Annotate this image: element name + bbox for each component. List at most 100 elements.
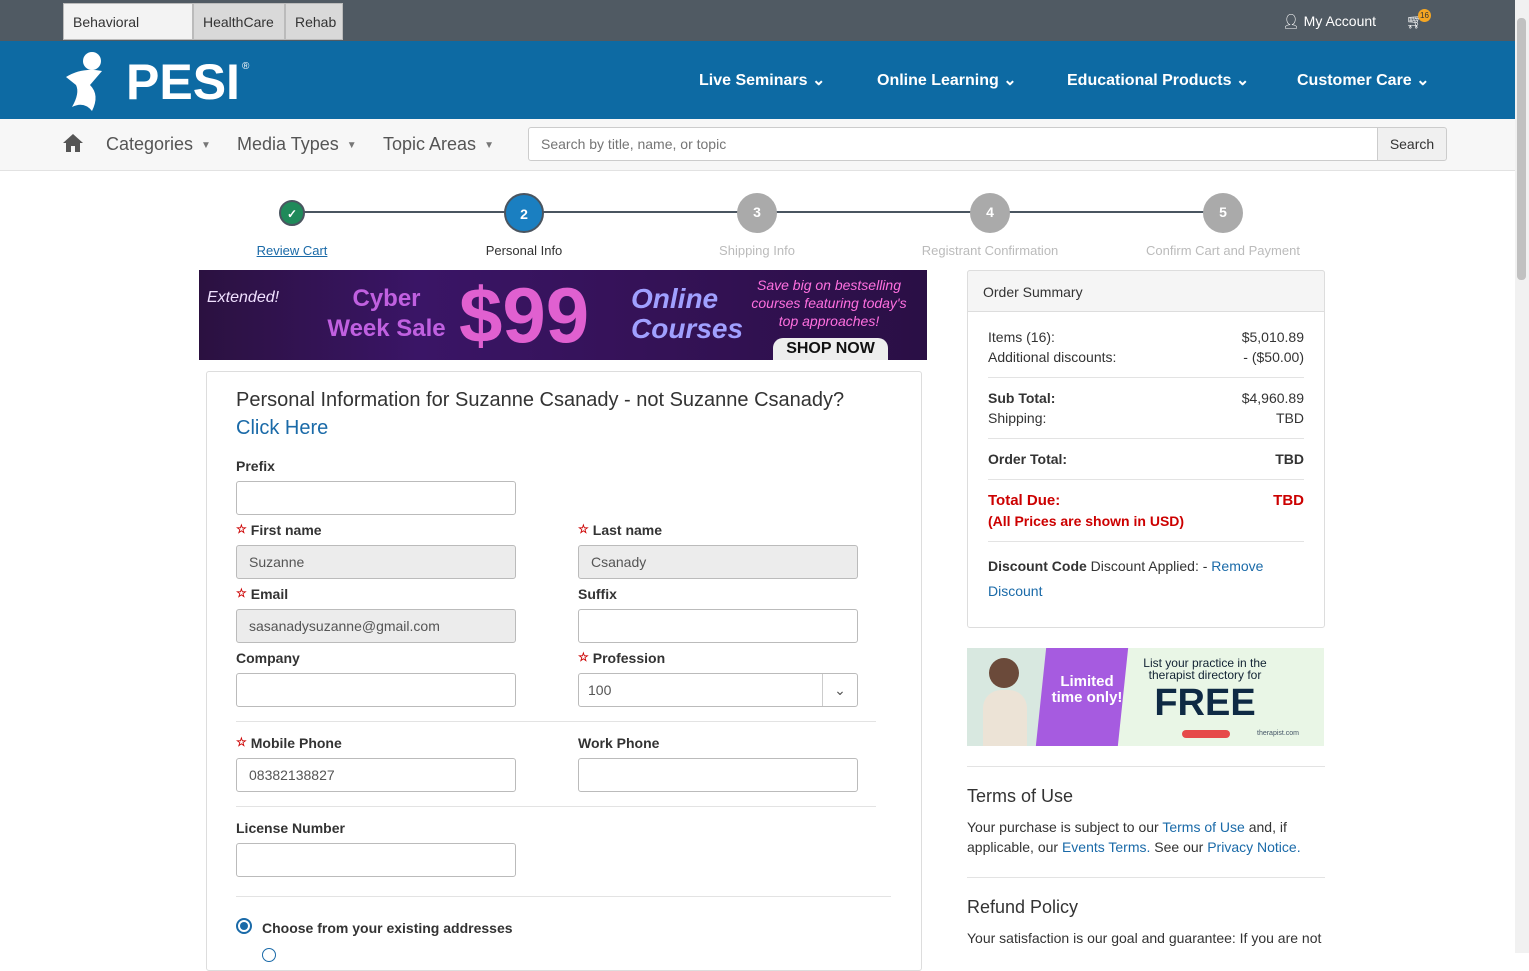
required-star-icon: ☆ (236, 586, 247, 600)
step-2-marker: 2 (504, 193, 544, 233)
total-due-value: TBD (1273, 492, 1304, 509)
shop-now-button[interactable]: SHOP NOW (773, 338, 888, 360)
step-payment-label: Confirm Cart and Payment (1146, 243, 1300, 258)
privacy-notice-link[interactable]: Privacy Notice. (1207, 839, 1300, 855)
items-value: $5,010.89 (1241, 329, 1304, 345)
chevron-down-icon: ⌄ (822, 674, 857, 706)
first-name-field[interactable]: Suzanne (236, 545, 516, 579)
divider (967, 766, 1325, 767)
tab-healthcare[interactable]: HealthCare (193, 3, 285, 40)
pesi-logo[interactable]: PESI ® (62, 49, 262, 115)
divider (988, 541, 1304, 542)
mobile-phone-field[interactable]: 08382138827 (236, 758, 516, 792)
main-nav: PESI ® Live Seminars ⌄ Online Learning ⌄… (0, 41, 1515, 119)
chevron-down-icon: ⌄ (1003, 72, 1017, 89)
existing-address-radio[interactable] (236, 918, 252, 934)
email-field[interactable]: sasanadysuzanne@gmail.com (236, 609, 516, 643)
existing-address-label: Choose from your existing addresses (262, 920, 513, 936)
ad-limited-time: Limited time only! (1051, 673, 1123, 706)
prefix-field[interactable] (236, 481, 516, 515)
total-due-label: Total Due: (988, 492, 1061, 509)
banner-sale: Cyber Week Sale (327, 285, 446, 342)
usd-note: (All Prices are shown in USD) (988, 513, 1185, 529)
personal-info-panel (206, 371, 922, 971)
email-label: ☆ Email (236, 586, 289, 602)
divider (236, 806, 876, 807)
shipping-value: TBD (1276, 410, 1304, 426)
work-phone-field[interactable] (578, 758, 858, 792)
divider (236, 721, 876, 722)
home-icon[interactable] (62, 132, 84, 154)
shipping-label: Shipping: (988, 410, 1047, 426)
required-star-icon: ☆ (236, 522, 247, 536)
banner-price: $99 (459, 271, 590, 359)
svg-text:®: ® (242, 61, 250, 72)
media-types-menu[interactable]: Media Types ▼ (237, 134, 357, 155)
profession-label: ☆ Profession (578, 650, 666, 666)
ad-free: FREE (1154, 682, 1256, 724)
topic-areas-menu[interactable]: Topic Areas ▼ (383, 134, 494, 155)
divider (988, 479, 1304, 480)
banner-extended: Extended! (207, 289, 280, 306)
top-bar: Behavioral Health HealthCare Rehab 👤︎ My… (0, 0, 1515, 67)
caret-down-icon: ▼ (201, 139, 211, 151)
subtotal-label: Sub Total: (988, 390, 1056, 406)
required-star-icon: ☆ (578, 650, 589, 664)
cart-count-badge: 16 (1418, 9, 1431, 22)
company-field[interactable] (236, 673, 516, 707)
suffix-label: Suffix (578, 586, 617, 602)
cyber-week-banner[interactable]: Extended! Cyber Week Sale $99 Online Cou… (199, 270, 927, 360)
sub-nav: Categories ▼ Media Types ▼ Topic Areas ▼ Se… (0, 119, 1515, 171)
last-name-field[interactable]: Csanady (578, 545, 858, 579)
therapist-ad-banner[interactable]: Limited time only! List your practice in… (967, 648, 1324, 746)
tab-behavioral-health[interactable]: Behavioral Health (63, 3, 193, 67)
work-phone-label: Work Phone (578, 735, 660, 751)
required-star-icon: ☆ (236, 735, 247, 749)
discounts-label: Additional discounts: (988, 349, 1117, 365)
address-radio-2[interactable] (262, 948, 276, 962)
search-input[interactable] (528, 127, 1378, 161)
license-field[interactable] (236, 843, 516, 877)
profession-select[interactable]: 100 ⌄ (578, 673, 858, 707)
scrollbar-thumb[interactable] (1517, 18, 1526, 280)
suffix-field[interactable] (578, 609, 858, 643)
categories-menu[interactable]: Categories ▼ (106, 134, 211, 155)
step-shipping-info-label: Shipping Info (719, 243, 795, 258)
last-name-label: ☆ Last name (578, 522, 663, 538)
refund-text: Your satisfaction is our goal and guaran… (967, 930, 1322, 946)
first-name-label: ☆ First name (236, 522, 322, 538)
step-registrant-label: Registrant Confirmation (921, 243, 1059, 258)
ad-button (1182, 730, 1230, 738)
nav-live-seminars[interactable]: Live Seminars ⌄ (699, 70, 825, 90)
caret-down-icon: ▼ (484, 139, 494, 151)
click-here-link[interactable]: Click Here (236, 417, 328, 439)
search-button[interactable]: Search (1377, 127, 1447, 161)
company-label: Company (236, 650, 300, 666)
license-label: License Number (236, 820, 345, 836)
events-terms-link[interactable]: Events Terms. (1062, 839, 1150, 855)
divider (988, 377, 1304, 378)
subtotal-value: $4,960.89 (1241, 390, 1304, 406)
ad-photo (967, 648, 1047, 746)
nav-online-learning[interactable]: Online Learning ⌄ (877, 70, 1017, 90)
items-label: Items (16): (988, 329, 1055, 345)
chevron-down-icon: ⌄ (1416, 72, 1430, 89)
mobile-phone-label: ☆ Mobile Phone (236, 735, 342, 751)
tab-rehab[interactable]: Rehab (285, 3, 343, 40)
personal-info-heading: Personal Information for Suzanne Csanady… (236, 389, 845, 439)
banner-online-courses: Online Courses (631, 283, 744, 344)
step-1-check-icon: ✓ (279, 200, 305, 226)
required-star-icon: ☆ (578, 522, 589, 536)
my-account-link[interactable]: 👤︎ My Account (1282, 13, 1376, 30)
caret-down-icon: ▼ (346, 139, 357, 151)
step-review-cart-link[interactable]: Review Cart (202, 243, 382, 258)
terms-text: Your purchase is subject to our Terms of… (967, 819, 1301, 855)
refund-title: Refund Policy (967, 897, 1079, 917)
chevron-down-icon: ⌄ (1235, 72, 1250, 89)
terms-of-use-link[interactable]: Terms of Use (1162, 819, 1244, 835)
discount-code-text: Discount Code Discount Applied: - Remove… (988, 558, 1264, 599)
nav-customer-care[interactable]: Customer Care ⌄ (1297, 70, 1430, 90)
step-5-marker: 5 (1203, 193, 1243, 233)
nav-educational-products[interactable]: Educational Products ⌄ (1067, 70, 1249, 90)
my-account-label: My Account (1303, 13, 1377, 29)
